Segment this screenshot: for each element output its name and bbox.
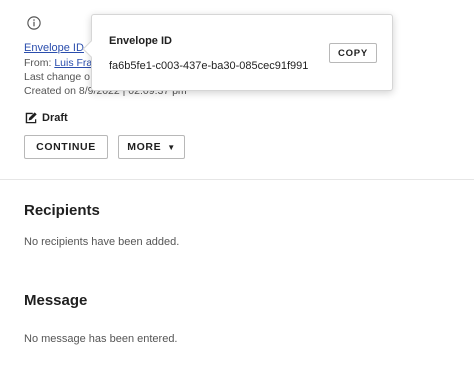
envelope-id-value: fa6b5fe1-c003-437e-ba30-085cec91f991 — [109, 60, 309, 72]
message-heading: Message — [24, 292, 88, 309]
from-prefix: From: — [24, 57, 55, 69]
popover-arrow — [82, 40, 100, 58]
copy-button[interactable]: COPY — [329, 43, 377, 63]
envelope-status: Draft — [24, 111, 68, 125]
sender-name-link[interactable]: Luis Fra — [54, 57, 92, 69]
popover-title: Envelope ID — [109, 35, 172, 47]
continue-button[interactable]: CONTINUE — [24, 135, 108, 159]
message-empty-text: No message has been entered. — [24, 333, 178, 345]
caret-down-icon: ▼ — [167, 142, 176, 152]
recipients-empty-text: No recipients have been added. — [24, 236, 180, 248]
more-label: MORE — [127, 141, 162, 153]
section-divider — [0, 179, 474, 180]
more-button[interactable]: MORE ▼ — [118, 135, 185, 159]
info-circle-icon[interactable] — [27, 16, 41, 30]
recipients-heading: Recipients — [24, 202, 100, 219]
envelope-details-page: Envelope ID From: Luis Fra Last change o… — [0, 0, 474, 391]
envelope-id-popover: Envelope ID fa6b5fe1-c003-437e-ba30-085c… — [82, 14, 393, 91]
draft-edit-icon — [25, 112, 37, 124]
from-line: From: Luis Fra — [24, 57, 92, 69]
last-change-text: Last change o — [24, 71, 90, 83]
status-label: Draft — [42, 112, 68, 124]
envelope-id-link[interactable]: Envelope ID — [24, 42, 84, 54]
